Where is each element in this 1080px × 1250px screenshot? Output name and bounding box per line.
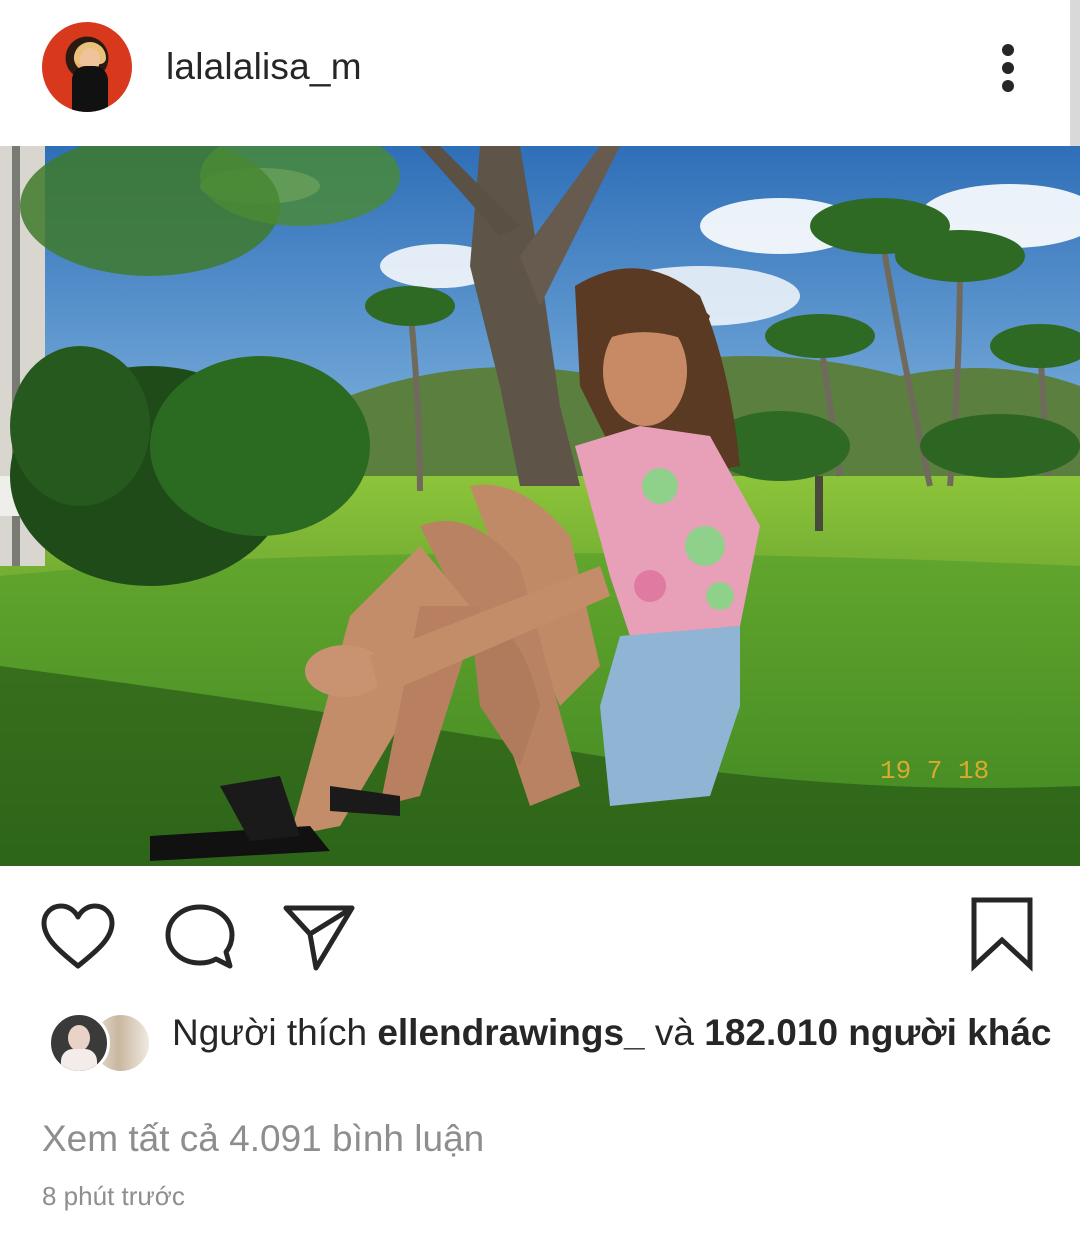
comment-icon[interactable] (162, 902, 238, 972)
username-link[interactable]: lalalalisa_m (166, 46, 362, 88)
more-vertical-icon[interactable] (990, 40, 1030, 100)
liker-avatar[interactable] (48, 1012, 110, 1074)
photo-date-stamp: 19 7 18 (880, 756, 989, 786)
bookmark-icon[interactable] (968, 896, 1036, 972)
likes-prefix: Người thích (172, 1012, 368, 1053)
post-photo[interactable]: 19 7 18 (0, 146, 1080, 866)
action-bar (0, 866, 1080, 996)
send-icon[interactable] (282, 902, 358, 972)
liker-username[interactable]: ellendrawings_ (377, 1012, 644, 1053)
post-header: lalalalisa_m (0, 0, 1080, 146)
user-avatar[interactable] (42, 22, 132, 112)
photo-illustration: 19 7 18 (0, 146, 1080, 866)
view-all-comments-link[interactable]: Xem tất cả 4.091 bình luận (42, 1118, 484, 1160)
scrollbar[interactable] (1070, 0, 1080, 162)
likes-summary[interactable]: Người thích ellendrawings_ và 182.010 ng… (172, 1008, 1052, 1058)
post-timestamp: 8 phút trước (42, 1181, 185, 1211)
likes-others-count[interactable]: 182.010 người khác (704, 1012, 1051, 1053)
likes-conjunction: và (654, 1012, 694, 1053)
heart-icon[interactable] (40, 902, 116, 972)
